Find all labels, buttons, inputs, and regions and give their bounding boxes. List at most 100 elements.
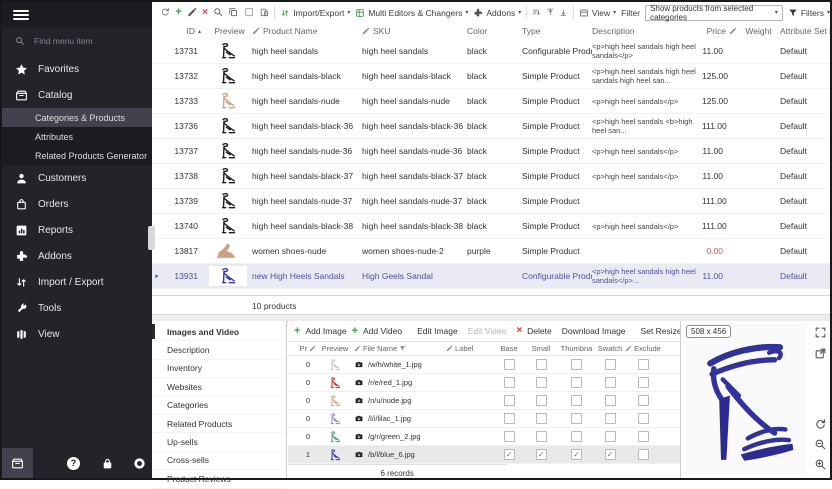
open-external-icon[interactable] — [814, 347, 827, 360]
base-checkbox[interactable] — [504, 377, 515, 388]
sidebar-item-tools[interactable]: Tools — [2, 295, 152, 321]
exclude-checkbox[interactable] — [638, 431, 649, 442]
small-checkbox[interactable]: ✓ — [536, 449, 547, 460]
product-row[interactable]: 13736high heel sandals-black-36high heel… — [152, 114, 830, 139]
sidebar-item-related-products-generator[interactable]: Related Products Generator — [2, 146, 152, 165]
exclude-checkbox[interactable] — [638, 413, 649, 424]
product-row[interactable]: 13740high heel sandals-black-38high heel… — [152, 214, 830, 239]
product-row[interactable]: 13737high heel sandals-nude-36high heel … — [152, 139, 830, 164]
sidebar-search-input[interactable] — [32, 35, 136, 47]
image-row[interactable]: 0/l/i/lilac_1.jpg — [288, 410, 685, 428]
sidebar-item-reports[interactable]: Reports — [2, 217, 152, 243]
paste-button[interactable] — [259, 7, 269, 19]
tab-images-and-video[interactable]: Images and Video — [152, 323, 286, 341]
swatch-checkbox[interactable] — [605, 359, 616, 370]
thumbnail-checkbox[interactable] — [571, 395, 582, 406]
sidebar-item-import-export[interactable]: Import / Export — [2, 269, 152, 295]
column-id[interactable]: ID▴ — [165, 26, 207, 36]
sidebar-item-favorites[interactable]: Favorites — [2, 56, 152, 82]
swatch-checkbox[interactable]: ✓ — [605, 449, 616, 460]
sidebar-splitter-handle[interactable] — [148, 226, 155, 250]
sort-button[interactable] — [532, 8, 541, 18]
import-export-menu[interactable]: Import/Export▾ — [280, 8, 350, 18]
multi-editors-menu[interactable]: Multi Editors & Changers▾ — [355, 8, 468, 18]
column-attribute-set[interactable]: Attribute Set Name — [780, 26, 830, 36]
product-row[interactable]: 13732high heel sandals-blackhigh heel sa… — [152, 64, 830, 89]
view-menu[interactable]: View▾ — [579, 8, 616, 18]
column-preview[interactable]: Preview — [207, 26, 252, 36]
catalog-shortcut-button[interactable] — [2, 448, 33, 478]
column-priority[interactable]: Pr — [296, 344, 316, 353]
sidebar-item-catalog[interactable]: Catalog — [2, 82, 152, 108]
small-checkbox[interactable] — [536, 359, 547, 370]
select-checkbox-button[interactable] — [244, 7, 254, 19]
column-swatch[interactable]: Swatch — [595, 344, 625, 353]
product-row[interactable]: ▸13931new High Heels SandalsHigh Geels S… — [152, 264, 830, 289]
edit-video-button[interactable]: Edit Video — [468, 326, 507, 336]
swatch-checkbox[interactable] — [605, 377, 616, 388]
column-thumbnail[interactable]: Thumbna — [558, 344, 595, 353]
image-row[interactable]: 0/w/h/white_1.jpg — [288, 356, 685, 374]
settings-button[interactable] — [124, 448, 155, 478]
thumbnail-checkbox[interactable] — [571, 377, 582, 388]
base-checkbox[interactable] — [504, 413, 515, 424]
thumbnail-checkbox[interactable] — [571, 431, 582, 442]
small-checkbox[interactable] — [536, 431, 547, 442]
product-row[interactable]: 13817women shoes-nudewomen shoes-nude-2p… — [152, 239, 830, 264]
product-row[interactable]: 13738high heel sandals-black-37high heel… — [152, 164, 830, 189]
column-weight[interactable]: Weight — [737, 26, 780, 36]
column-description[interactable]: Description — [592, 26, 702, 36]
small-checkbox[interactable] — [536, 395, 547, 406]
swatch-checkbox[interactable] — [605, 395, 616, 406]
sidebar-item-orders[interactable]: Orders — [2, 191, 152, 217]
edit-product-button[interactable] — [187, 7, 197, 19]
thumbnail-checkbox[interactable] — [571, 413, 582, 424]
delete-image-button[interactable]: Delete — [527, 326, 552, 336]
rotate-icon[interactable] — [814, 418, 827, 431]
image-row[interactable]: 0/n/u/nude.jpg — [288, 392, 685, 410]
tab-inventory[interactable]: Inventory — [152, 360, 286, 378]
edit-image-button[interactable]: Edit Image — [417, 326, 458, 336]
column-file-name[interactable]: File Name — [354, 344, 446, 353]
hamburger-menu-icon[interactable] — [13, 8, 29, 22]
add-image-button[interactable]: Add Image — [305, 326, 346, 336]
help-button[interactable]: ? — [58, 448, 89, 478]
exclude-checkbox[interactable] — [638, 395, 649, 406]
small-checkbox[interactable] — [536, 377, 547, 388]
lock-button[interactable] — [92, 448, 123, 478]
base-checkbox[interactable] — [504, 395, 515, 406]
image-row[interactable]: 0/g/r/green_2.jpg — [288, 428, 685, 446]
addons-menu[interactable]: Addons▾ — [473, 8, 521, 18]
exclude-checkbox[interactable] — [638, 359, 649, 370]
small-checkbox[interactable] — [536, 413, 547, 424]
sidebar-search[interactable] — [2, 28, 152, 53]
download-image-button[interactable]: Download Image — [562, 326, 626, 336]
tab-categories[interactable]: Categories — [152, 397, 286, 415]
filters-menu[interactable]: Filters▾ — [788, 8, 830, 18]
tab-description[interactable]: Description — [152, 341, 286, 359]
image-row[interactable]: 0/r/e/red_1.jpg — [288, 374, 685, 392]
column-small[interactable]: Small — [524, 344, 558, 353]
tab-product-reviews[interactable]: Product Reviews — [152, 470, 286, 488]
sidebar-item-view[interactable]: View — [2, 321, 152, 347]
column-label[interactable]: Label — [446, 344, 494, 353]
tab-up-sells[interactable]: Up-sells — [152, 433, 286, 451]
column-sku[interactable]: SKU — [362, 26, 467, 36]
product-row[interactable]: 13739high heel sandals-nude-37high heel … — [152, 189, 830, 214]
copy-button[interactable] — [228, 7, 238, 19]
swatch-checkbox[interactable] — [605, 431, 616, 442]
column-image-preview[interactable]: Preview — [316, 344, 354, 353]
column-color[interactable]: Color — [467, 26, 522, 36]
expand-rows-button[interactable] — [546, 8, 555, 18]
thumbnail-checkbox[interactable]: ✓ — [571, 449, 582, 460]
column-product-name[interactable]: Product Name — [252, 26, 362, 36]
sidebar-item-customers[interactable]: Customers — [2, 165, 152, 191]
swatch-checkbox[interactable] — [605, 413, 616, 424]
sidebar-item-attributes[interactable]: Attributes — [2, 127, 152, 146]
add-video-button[interactable]: Add Video — [363, 326, 402, 336]
thumbnail-checkbox[interactable] — [571, 359, 582, 370]
tab-websites[interactable]: Websites — [152, 378, 286, 396]
column-price[interactable]: Price — [702, 26, 737, 36]
delete-product-button[interactable]: × — [202, 8, 208, 18]
base-checkbox[interactable] — [504, 359, 515, 370]
